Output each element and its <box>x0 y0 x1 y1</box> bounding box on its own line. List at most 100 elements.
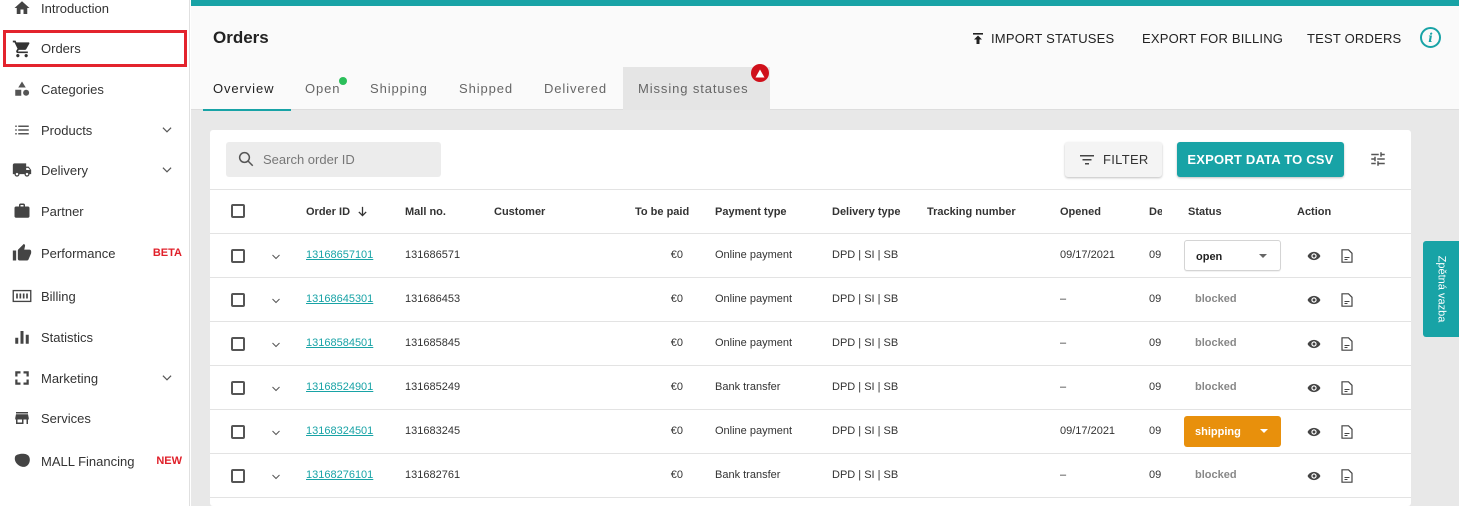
table-row: 13168645301 131686453 €0 Online payment … <box>210 278 1411 322</box>
row-checkbox[interactable] <box>231 249 245 263</box>
export-csv-button[interactable]: EXPORT DATA TO CSV <box>1177 142 1344 177</box>
expand-chevron-icon[interactable] <box>270 426 282 438</box>
opened-cell: – <box>1060 293 1067 305</box>
billing-icon <box>12 286 32 306</box>
sidebar-item-delivery[interactable]: Delivery <box>0 150 190 190</box>
dropdown-arrow-icon <box>1259 254 1267 258</box>
sidebar-item-statistics[interactable]: Statistics <box>0 317 190 357</box>
order-id-link[interactable]: 13168276101 <box>306 469 373 481</box>
payment-type-cell: Bank transfer <box>715 469 781 481</box>
delivery-type-cell: DPD | SI | SB <box>832 249 899 261</box>
order-id-link[interactable]: 13168324501 <box>306 425 373 437</box>
expand-chevron-icon[interactable] <box>270 250 282 262</box>
thumbs-up-icon <box>12 243 32 263</box>
expand-chevron-icon[interactable] <box>270 338 282 350</box>
briefcase-icon <box>12 201 32 221</box>
chevron-down-icon[interactable] <box>160 163 174 177</box>
row-checkbox[interactable] <box>231 337 245 351</box>
opened-cell: – <box>1060 381 1067 393</box>
sidebar-item-label: Statistics <box>41 329 94 345</box>
sidebar-item-products[interactable]: Products <box>0 110 190 150</box>
sidebar: Introduction Orders Categories Products <box>0 0 190 506</box>
row-checkbox[interactable] <box>231 381 245 395</box>
document-icon[interactable] <box>1341 337 1353 351</box>
tab-delivered[interactable]: Delivered <box>544 81 607 96</box>
tab-shipping[interactable]: Shipping <box>370 81 428 96</box>
row-checkbox[interactable] <box>231 469 245 483</box>
delivery-date-cell: 09/2 <box>1149 381 1161 393</box>
status-select[interactable]: shipping <box>1184 416 1281 447</box>
sidebar-item-categories[interactable]: Categories <box>0 69 190 109</box>
order-id-link[interactable]: 13168657101 <box>306 249 373 261</box>
sidebar-item-orders[interactable]: Orders <box>3 30 187 67</box>
test-orders-button[interactable]: TEST ORDERS <box>1307 31 1401 46</box>
order-id-link[interactable]: 13168584501 <box>306 337 373 349</box>
mall-no-cell: 131686453 <box>405 293 461 305</box>
sidebar-item-introduction[interactable]: Introduction <box>0 0 190 28</box>
status-text: blocked <box>1195 337 1237 349</box>
search-input[interactable] <box>263 142 433 177</box>
info-icon[interactable]: i <box>1420 27 1441 48</box>
expand-chevron-icon[interactable] <box>270 470 282 482</box>
sidebar-item-mall-financing[interactable]: MALL Financing NEW <box>0 441 190 481</box>
document-icon[interactable] <box>1341 425 1353 439</box>
export-for-billing-button[interactable]: EXPORT FOR BILLING <box>1142 31 1283 46</box>
sidebar-item-label: Billing <box>41 288 76 304</box>
view-eye-icon[interactable] <box>1307 337 1321 351</box>
table-row: 13168324501 131683245 €0 Online payment … <box>210 410 1411 454</box>
row-checkbox[interactable] <box>231 425 245 439</box>
delivery-type-cell: DPD | SI | SB <box>832 425 899 437</box>
document-icon[interactable] <box>1341 381 1353 395</box>
new-badge: NEW <box>156 455 182 467</box>
delivery-date-cell: 09/2 <box>1149 337 1161 349</box>
delivery-type-cell: DPD | SI | SB <box>832 337 899 349</box>
col-payment-type: Payment type <box>715 206 787 218</box>
sidebar-item-label: Partner <box>41 203 84 219</box>
tab-missing-statuses[interactable]: Missing statuses <box>638 81 749 96</box>
sidebar-item-partner[interactable]: Partner <box>0 191 190 231</box>
view-eye-icon[interactable] <box>1307 469 1321 483</box>
chevron-down-icon[interactable] <box>160 123 174 137</box>
view-eye-icon[interactable] <box>1307 293 1321 307</box>
document-icon[interactable] <box>1341 469 1353 483</box>
sidebar-item-marketing[interactable]: Marketing <box>0 358 190 398</box>
column-settings-icon[interactable] <box>1369 150 1387 168</box>
document-icon[interactable] <box>1341 293 1353 307</box>
tab-open[interactable]: Open <box>305 81 340 96</box>
sidebar-item-services[interactable]: Services <box>0 398 190 438</box>
to-be-paid-cell: €0 <box>670 249 683 261</box>
feedback-tab[interactable]: Zpětná vazba <box>1423 241 1459 337</box>
tab-shipped[interactable]: Shipped <box>459 81 513 96</box>
sidebar-item-performance[interactable]: Performance BETA <box>0 233 190 273</box>
expand-chevron-icon[interactable] <box>270 294 282 306</box>
expand-chevron-icon[interactable] <box>270 382 282 394</box>
view-eye-icon[interactable] <box>1307 425 1321 439</box>
store-icon <box>12 408 32 428</box>
view-eye-icon[interactable] <box>1307 381 1321 395</box>
payment-type-cell: Online payment <box>715 337 793 349</box>
opened-cell: – <box>1060 469 1067 481</box>
select-all-checkbox[interactable] <box>231 204 245 218</box>
tab-overview[interactable]: Overview <box>213 81 274 96</box>
to-be-paid-cell: €0 <box>670 469 683 481</box>
view-eye-icon[interactable] <box>1307 249 1321 263</box>
status-text: blocked <box>1195 381 1237 393</box>
import-statuses-button[interactable]: IMPORT STATUSES <box>973 31 1114 46</box>
status-select[interactable]: open <box>1184 240 1281 271</box>
col-mall-no: Mall no. <box>405 206 446 218</box>
sidebar-item-billing[interactable]: Billing <box>0 276 190 316</box>
delivery-date-cell: 09/2 <box>1149 425 1161 437</box>
chevron-down-icon[interactable] <box>160 371 174 385</box>
document-icon[interactable] <box>1341 249 1353 263</box>
mall-no-cell: 131685249 <box>405 381 461 393</box>
order-id-link[interactable]: 13168524901 <box>306 381 373 393</box>
filter-button[interactable]: FILTER <box>1065 142 1162 177</box>
order-id-link[interactable]: 13168645301 <box>306 293 373 305</box>
col-order-id[interactable]: Order ID <box>306 206 368 218</box>
sidebar-item-label: Marketing <box>41 370 99 386</box>
col-status: Status <box>1188 206 1222 218</box>
to-be-paid-cell: €0 <box>670 425 683 437</box>
sidebar-item-label: MALL Financing <box>41 453 135 469</box>
sidebar-item-label: Performance <box>41 245 116 261</box>
row-checkbox[interactable] <box>231 293 245 307</box>
